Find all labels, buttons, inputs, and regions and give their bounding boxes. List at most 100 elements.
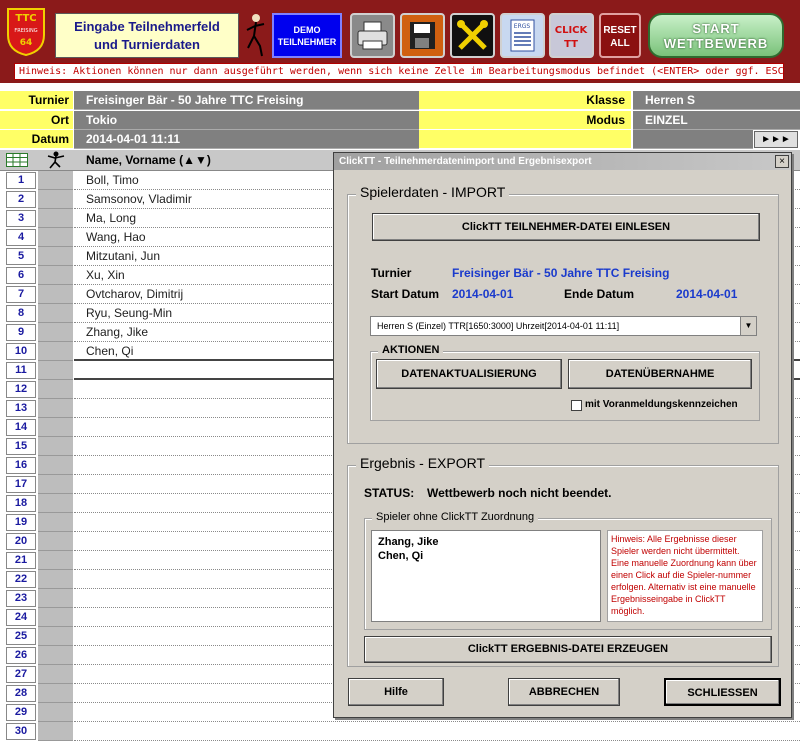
chevron-down-icon[interactable]: ▼: [740, 317, 756, 335]
row-number[interactable]: 23: [6, 590, 36, 607]
klasse-value[interactable]: Herren S: [633, 91, 800, 110]
participant-name[interactable]: [74, 722, 800, 741]
reset-all-button[interactable]: RESET ALL: [599, 13, 641, 58]
row-number[interactable]: 19: [6, 514, 36, 531]
unassigned-players-list[interactable]: Zhang, Jike Chen, Qi: [371, 530, 601, 622]
info-row-datum: Datum 2014-04-01 11:11: [0, 130, 800, 149]
row-gray-cell: [38, 494, 73, 513]
datum-spacer: [419, 130, 631, 149]
forward-arrows-button[interactable]: ►►►: [754, 131, 798, 148]
row-number[interactable]: 2: [6, 191, 36, 208]
aktionen-title: AKTIONEN: [378, 344, 444, 356]
help-button[interactable]: Hilfe: [348, 678, 444, 706]
row-gray-cell: [38, 646, 73, 665]
row-number[interactable]: 13: [6, 400, 36, 417]
row-gray-cell: [38, 589, 73, 608]
row-number[interactable]: 22: [6, 571, 36, 588]
close-button[interactable]: SCHLIESSEN: [664, 678, 781, 706]
row-number[interactable]: 29: [6, 704, 36, 721]
create-results-file-button[interactable]: ClickTT ERGEBNIS-DATEI ERZEUGEN: [364, 636, 772, 663]
row-gray-cell: [38, 532, 73, 551]
table-icon[interactable]: [6, 153, 28, 167]
row-number[interactable]: 3: [6, 210, 36, 227]
row-gray-cell: [38, 247, 73, 266]
row-number[interactable]: 9: [6, 324, 36, 341]
row-number[interactable]: 27: [6, 666, 36, 683]
row-number[interactable]: 11: [6, 362, 36, 379]
print-button[interactable]: [350, 13, 395, 58]
logo-text-top: TTC: [15, 13, 36, 24]
dialog-close-button[interactable]: ×: [775, 155, 789, 168]
row-number[interactable]: 8: [6, 305, 36, 322]
settings-button[interactable]: [450, 13, 495, 58]
tt-label: TT: [564, 39, 578, 50]
row-number[interactable]: 18: [6, 495, 36, 512]
results-list-button[interactable]: ERGS: [500, 13, 545, 58]
info-row-ort: Ort Tokio Modus EINZEL: [0, 111, 800, 130]
data-update-button[interactable]: DATENAKTUALISIERUNG: [376, 359, 562, 389]
turnier-value[interactable]: Freisinger Bär - 50 Jahre TTC Freising: [74, 91, 419, 110]
row-number[interactable]: 4: [6, 229, 36, 246]
datum-label: Datum: [0, 130, 73, 149]
read-participants-button[interactable]: ClickTT TEILNEHMER-DATEI EINLESEN: [372, 213, 760, 241]
ort-value[interactable]: Tokio: [74, 111, 419, 130]
dialog-title[interactable]: ClickTT - Teilnehmerdatenimport und Erge…: [334, 153, 791, 170]
status-value: Wettbewerb noch nicht beendet.: [427, 486, 612, 500]
row-number[interactable]: 15: [6, 438, 36, 455]
modus-value[interactable]: EINZEL: [633, 111, 800, 130]
start-line-1: START: [692, 21, 740, 36]
import-turnier-label: Turnier: [371, 266, 412, 280]
list-item[interactable]: Zhang, Jike: [378, 535, 594, 549]
row-gray-cell: [38, 551, 73, 570]
row-number[interactable]: 17: [6, 476, 36, 493]
export-hint: Hinweis: Alle Ergebnisse dieser Spieler …: [607, 530, 763, 622]
tools-icon: [457, 20, 488, 50]
row-number[interactable]: 6: [6, 267, 36, 284]
competition-select[interactable]: Herren S (Einzel) TTR[1650:3000] Uhrzeit…: [370, 316, 757, 336]
name-column-header[interactable]: Name, Vorname (▲▼): [86, 150, 211, 170]
table-row: 30: [0, 722, 800, 741]
list-item[interactable]: Chen, Qi: [378, 549, 594, 563]
datum-value[interactable]: 2014-04-01 11:11: [74, 130, 419, 149]
title-line-1: Eingabe Teilnehmerfeld: [74, 19, 220, 34]
toolbar: TTC FREISING 64 Eingabe Teilnehmerfeld u…: [0, 0, 800, 83]
row-number[interactable]: 21: [6, 552, 36, 569]
preregistration-checkbox[interactable]: [571, 400, 582, 411]
row-gray-cell: [38, 323, 73, 342]
row-number[interactable]: 16: [6, 457, 36, 474]
row-gray-cell: [38, 722, 73, 741]
row-number[interactable]: 5: [6, 248, 36, 265]
end-date-value: 2014-04-01: [676, 287, 738, 301]
row-number[interactable]: 30: [6, 723, 36, 740]
floppy-icon: [410, 22, 435, 49]
export-frame-title: Ergebnis - EXPORT: [356, 455, 490, 471]
row-number[interactable]: 12: [6, 381, 36, 398]
row-number[interactable]: 10: [6, 343, 36, 360]
cancel-button[interactable]: ABBRECHEN: [508, 678, 620, 706]
title-line-2: und Turnierdaten: [94, 37, 200, 52]
demo-participants-button[interactable]: DEMO TEILNEHMER: [272, 13, 342, 58]
row-number[interactable]: 24: [6, 609, 36, 626]
clicktt-button[interactable]: CLICK TT: [549, 13, 594, 58]
row-number[interactable]: 1: [6, 172, 36, 189]
row-number[interactable]: 20: [6, 533, 36, 550]
player-icon[interactable]: [43, 151, 69, 169]
row-number[interactable]: 14: [6, 419, 36, 436]
reset-line-2: ALL: [610, 38, 630, 49]
row-gray-cell: [38, 304, 73, 323]
end-date-label: Ende Datum: [564, 287, 635, 301]
row-number[interactable]: 25: [6, 628, 36, 645]
preregistration-label: mit Voranmeldungskennzeichen: [585, 399, 738, 410]
row-gray-cell: [38, 608, 73, 627]
demo-line-2: TEILNEHMER: [277, 37, 337, 47]
row-gray-cell: [38, 703, 73, 722]
row-number[interactable]: 26: [6, 647, 36, 664]
start-competition-button[interactable]: START WETTBEWERB: [648, 13, 784, 58]
row-number[interactable]: 28: [6, 685, 36, 702]
modus-label: Modus: [419, 111, 631, 130]
page-title: Eingabe Teilnehmerfeld und Turnierdaten: [55, 13, 239, 58]
data-takeover-button[interactable]: DATENÜBERNAHME: [568, 359, 752, 389]
row-number[interactable]: 7: [6, 286, 36, 303]
clicktt-dialog: ClickTT - Teilnehmerdatenimport und Erge…: [333, 152, 792, 718]
save-button[interactable]: [400, 13, 445, 58]
